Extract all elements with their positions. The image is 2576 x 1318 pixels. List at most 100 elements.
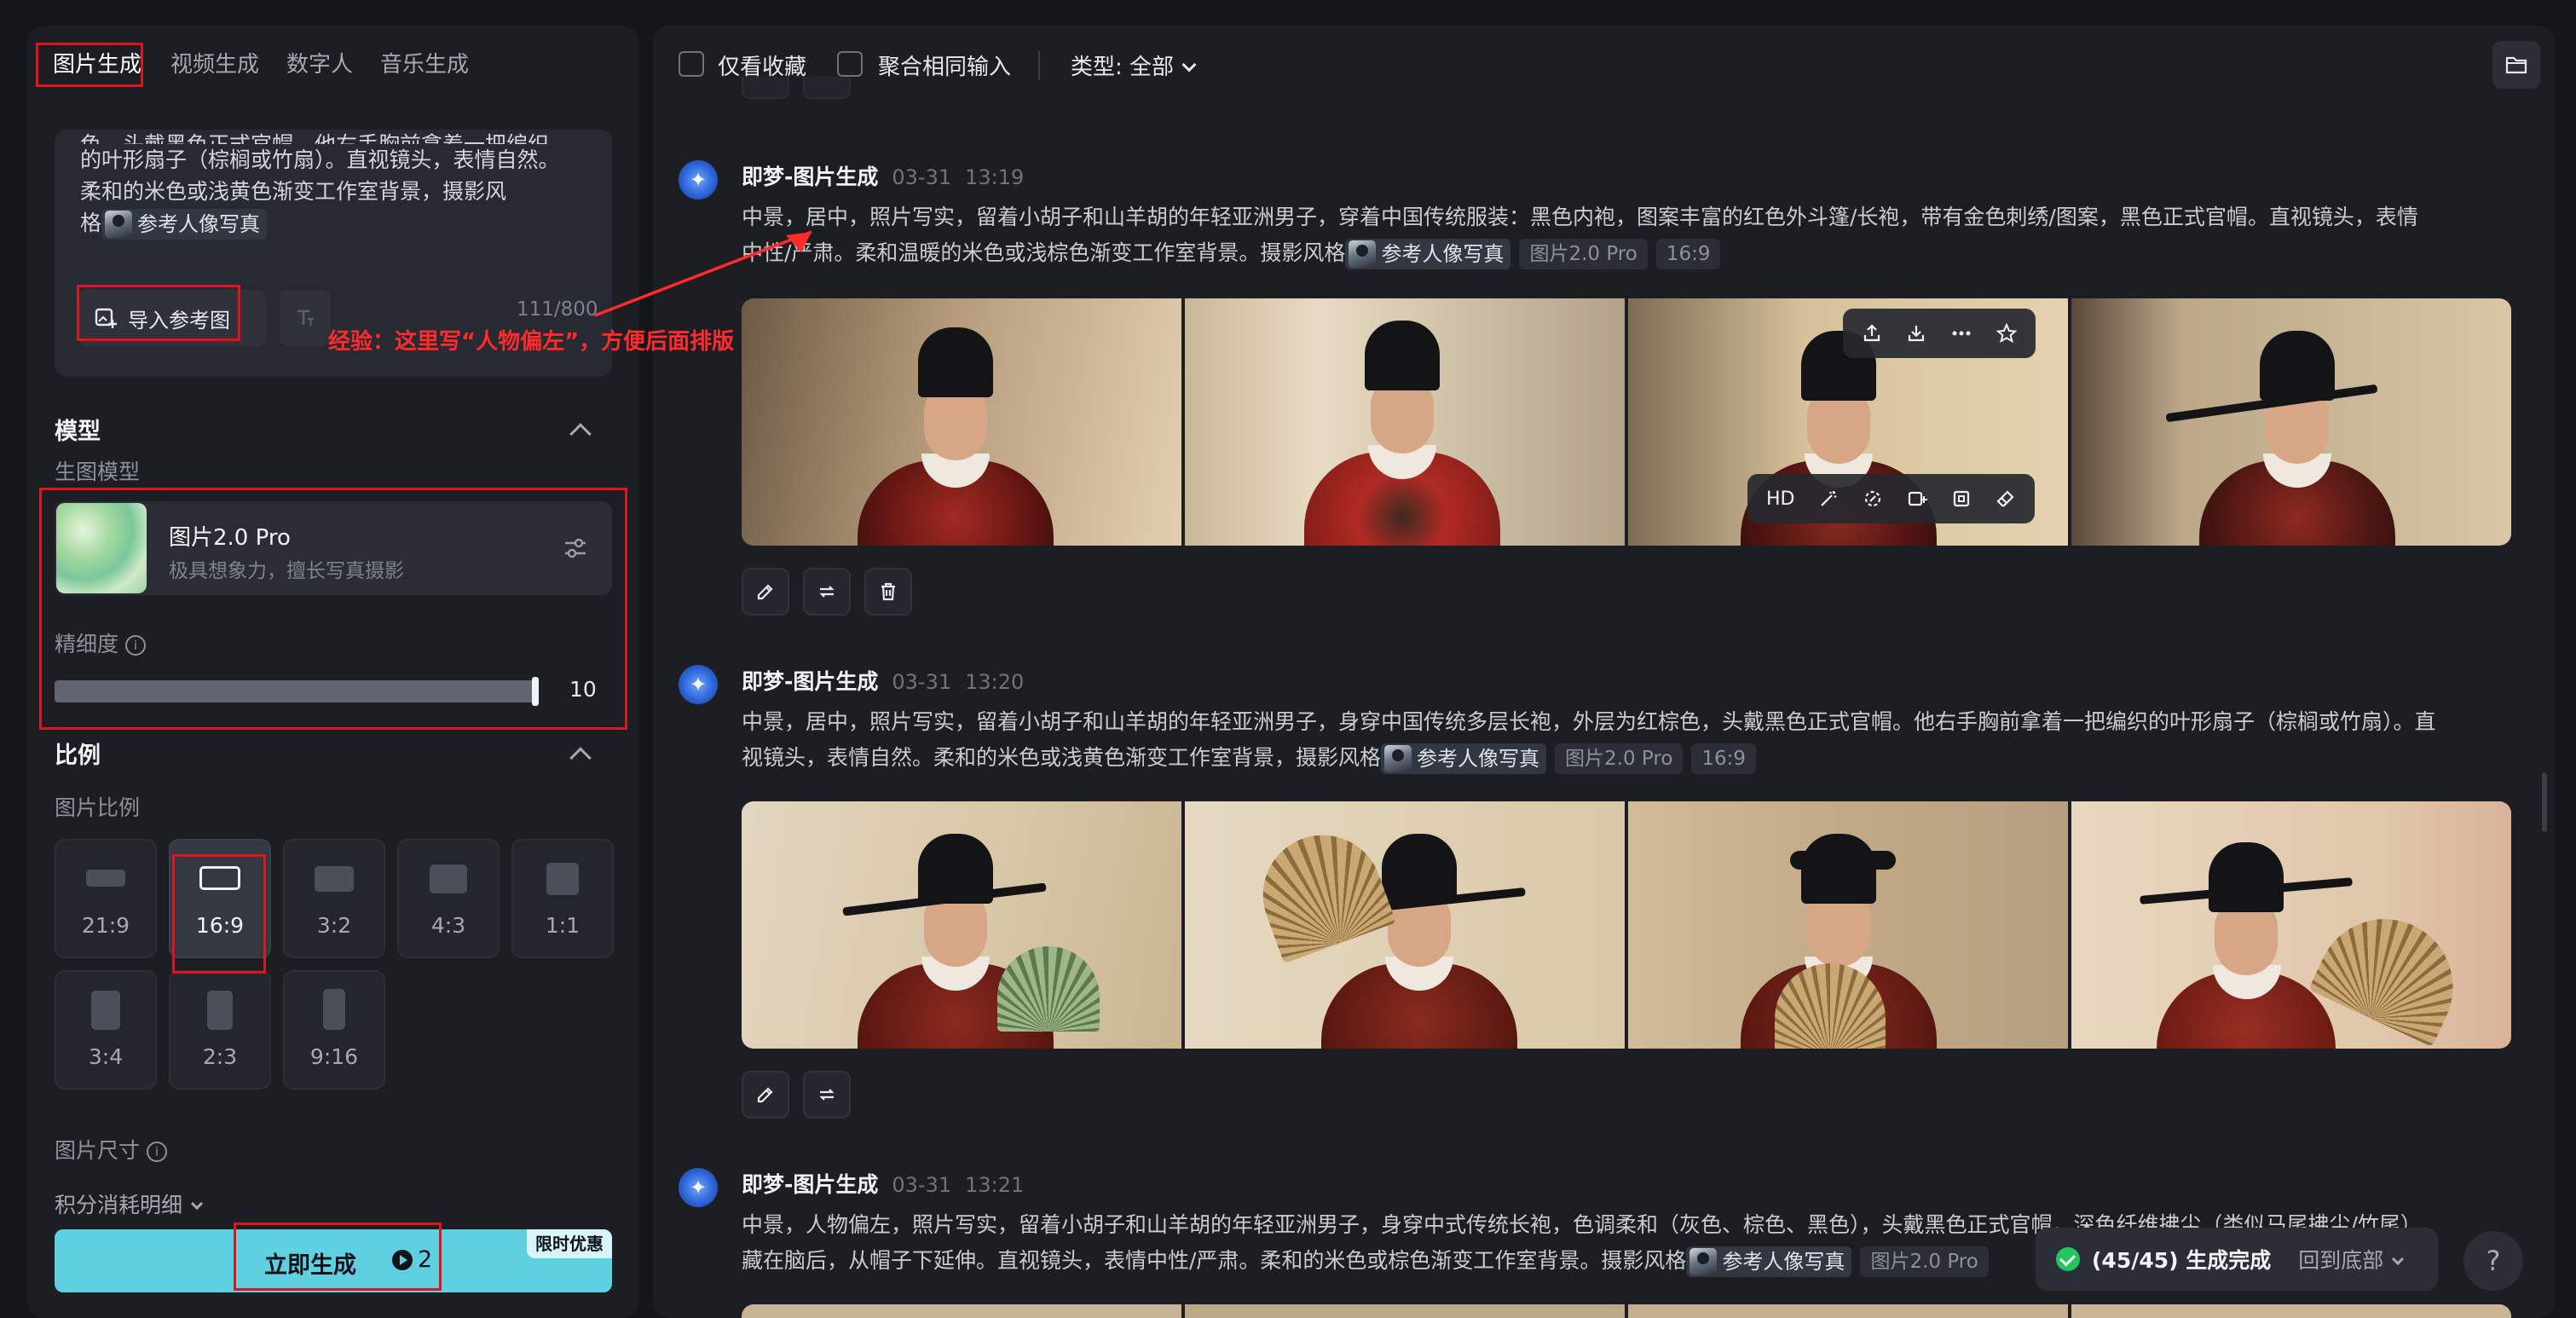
ratio-21-9-icon [86, 870, 125, 887]
fav-only-checkbox[interactable] [679, 51, 704, 77]
tab-image-gen[interactable]: 图片生成 [53, 49, 142, 80]
crop-icon[interactable] [1951, 488, 1972, 509]
share-icon[interactable] [1862, 323, 1882, 344]
jimeng-avatar: ✦ [679, 160, 718, 199]
regenerate-button[interactable] [803, 568, 851, 616]
generated-image[interactable] [1185, 801, 1625, 1049]
ratio-option-4-3[interactable]: 4:3 [397, 839, 500, 958]
detail-slider-handle[interactable] [532, 677, 539, 706]
generated-image[interactable] [1185, 1304, 1625, 1318]
import-reference-button[interactable]: 导入参考图 [78, 290, 266, 346]
model-selector[interactable]: 图片2.0 Pro 极具想象力，擅长写真摄影 [55, 501, 612, 595]
reference-chip[interactable]: 参考人像写真 [1686, 1246, 1852, 1277]
jimeng-avatar: ✦ [679, 1168, 718, 1207]
entry-header: 即梦-图片生成 03-31 13:20 [742, 665, 1024, 696]
magic-wand-icon[interactable] [1818, 488, 1839, 509]
ratio-option-2-3[interactable]: 2:3 [169, 970, 271, 1090]
eraser-icon[interactable] [1996, 488, 2016, 509]
folder-icon [2505, 56, 2527, 74]
info-icon[interactable]: i [147, 1142, 168, 1162]
ratio-option-1-1[interactable]: 1:1 [511, 839, 614, 958]
ratio-sub-label: 图片比例 [55, 795, 141, 820]
tab-video-gen[interactable]: 视频生成 [170, 49, 259, 80]
star-icon[interactable] [1996, 323, 2017, 344]
delete-button[interactable] [864, 568, 912, 616]
generated-image[interactable] [2071, 1304, 2511, 1318]
info-icon[interactable]: i [125, 635, 147, 656]
ratio-label: 21:9 [81, 913, 130, 938]
collapse-model-icon[interactable] [569, 423, 592, 445]
generated-image[interactable] [1628, 1304, 2068, 1318]
entry-prompt-line: 中景，居中，照片写实，留着小胡子和山羊胡的年轻亚洲男子，身穿中国传统多层长袍，外… [742, 709, 2436, 734]
generated-image[interactable]: HD [1628, 298, 2068, 546]
hd-upscale-button[interactable]: HD [1766, 488, 1794, 510]
edit-button[interactable] [742, 568, 789, 616]
generated-image[interactable] [742, 801, 1181, 1049]
pencil-icon [757, 1087, 773, 1103]
left-tabs: 图片生成 视频生成 数字人 音乐生成 [27, 26, 639, 102]
back-to-bottom-button[interactable]: 回到底部 [2298, 1244, 2405, 1275]
merge-same-checkbox[interactable] [837, 51, 863, 77]
ratio-option-21-9[interactable]: 21:9 [55, 839, 157, 958]
generated-image[interactable] [2071, 801, 2511, 1049]
model-thumbnail [56, 503, 147, 593]
generated-image[interactable] [2071, 298, 2511, 546]
tab-digital-human[interactable]: 数字人 [286, 49, 353, 80]
regenerate-button[interactable] [803, 1071, 851, 1119]
download-icon[interactable] [1906, 323, 1926, 344]
ratio-tag: 16:9 [1655, 239, 1721, 269]
ratio-9-16-icon [323, 989, 345, 1030]
generated-image[interactable] [742, 1304, 1181, 1318]
image-grid [742, 801, 2511, 1049]
entry-header: 即梦-图片生成 03-31 13:21 [742, 1168, 1024, 1199]
text-template-icon[interactable] [280, 290, 331, 346]
entry-source: 即梦-图片生成 [742, 669, 879, 694]
entry-prompt[interactable]: 中景，居中，照片写实，留着小胡子和山羊胡的年轻亚洲男子，身穿中国传统多层长袍，外… [742, 704, 2523, 776]
cost-detail-toggle[interactable]: 积分消耗明细 [55, 1188, 204, 1219]
ratio-option-3-4[interactable]: 3:4 [55, 970, 157, 1090]
inpaint-icon[interactable] [1863, 488, 1883, 509]
prev-regen-button[interactable] [803, 77, 851, 99]
status-toast: (45/45) 生成完成 回到底部 [2036, 1228, 2438, 1291]
expand-image-icon[interactable] [1907, 488, 1928, 509]
reference-chip[interactable]: 参考人像写真 [1381, 743, 1547, 774]
import-reference-label: 导入参考图 [128, 308, 230, 332]
tab-music-gen[interactable]: 音乐生成 [380, 49, 469, 80]
ratio-option-9-16[interactable]: 9:16 [283, 970, 385, 1090]
folder-button[interactable] [2492, 41, 2540, 89]
ratio-option-3-2[interactable]: 3:2 [283, 839, 385, 958]
detail-slider-track[interactable] [55, 680, 539, 702]
entry-prompt[interactable]: 中景，居中，照片写实，留着小胡子和山羊胡的年轻亚洲男子，穿着中国传统服装：黑色内… [742, 199, 2523, 271]
divider [1038, 51, 1040, 80]
more-icon[interactable] [1950, 323, 1972, 344]
entry-prompt-line-2: 中性/严肃。柔和温暖的米色或浅棕色渐变工作室背景。摄影风格 参考人像写真 图片2.0… [742, 235, 2523, 271]
entry-time: 13:20 [965, 670, 1025, 694]
generated-image[interactable] [742, 298, 1181, 546]
image-grid-partial [742, 1304, 2511, 1318]
entry-actions [742, 568, 912, 616]
ratio-option-16-9[interactable]: 16:9 [169, 839, 271, 958]
model-tag: 图片2.0 Pro [1519, 239, 1648, 269]
generated-image[interactable] [1628, 801, 2068, 1049]
prev-edit-button[interactable] [742, 77, 789, 99]
merge-same-label[interactable]: 聚合相同输入 [878, 49, 1011, 81]
credit-icon [392, 1249, 413, 1270]
reference-chip-label: 参考人像写真 [1722, 1250, 1845, 1274]
model-tag: 图片2.0 Pro [1555, 743, 1684, 774]
jimeng-avatar: ✦ [679, 665, 718, 704]
previous-actions [742, 77, 851, 99]
help-button[interactable]: ? [2463, 1231, 2523, 1291]
generate-button[interactable]: 立即生成 2 限时优惠 [55, 1229, 612, 1292]
detail-value: 10 [569, 677, 597, 702]
reference-chip[interactable]: 参考人像写真 [101, 209, 268, 240]
settings-sliders-icon[interactable] [563, 535, 588, 561]
edit-button[interactable] [742, 1071, 789, 1119]
ratio-16-9-icon [199, 866, 240, 890]
collapse-ratio-icon[interactable] [569, 747, 592, 769]
reference-chip[interactable]: 参考人像写真 [1345, 239, 1511, 269]
generated-image[interactable] [1185, 298, 1625, 546]
entry-source: 即梦-图片生成 [742, 1172, 879, 1197]
type-filter-dropdown[interactable]: 类型: 全部 [1071, 49, 1197, 81]
ratio-label: 3:2 [316, 913, 352, 938]
scrollbar[interactable] [2542, 772, 2547, 832]
